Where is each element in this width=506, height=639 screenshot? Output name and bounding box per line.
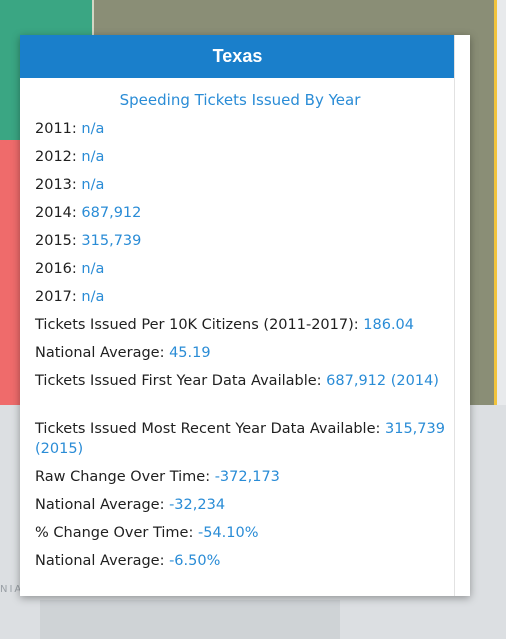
stat-value: n/a [81,261,105,277]
stat-label: 2011: [35,121,77,137]
stat-row-recent-year: Tickets Issued Most Recent Year Data Ava… [35,419,445,467]
stat-label: Tickets Issued Per 10K Citizens (2011-20… [35,317,359,333]
popup-body: Speeding Tickets Issued By Year 2011: n/… [35,92,445,579]
stat-value: 687,912 [81,205,142,221]
stat-value: 687,912 (2014) [326,373,439,389]
stat-row-national-average: National Average: 45.19 [35,343,445,371]
stat-label: Tickets Issued Most Recent Year Data Ava… [35,421,381,437]
stat-row-2017: 2017: n/a [35,287,445,315]
stat-row-national-average-percent: National Average: -6.50% [35,551,445,579]
stat-label: Tickets Issued First Year Data Available… [35,373,322,389]
stat-value: n/a [81,177,105,193]
stat-label: National Average: [35,497,165,513]
stat-label: National Average: [35,553,165,569]
stat-value: 45.19 [169,345,211,361]
stat-label: % Change Over Time: [35,525,194,541]
popup-scrollbar[interactable] [454,35,470,596]
stat-value: n/a [81,289,105,305]
stat-row-2012: 2012: n/a [35,147,445,175]
state-popup: Texas Speeding Tickets Issued By Year 20… [20,35,470,596]
stat-value: 315,739 [81,233,142,249]
stat-value: -372,173 [214,469,280,485]
stat-label: National Average: [35,345,165,361]
stat-row-2013: 2013: n/a [35,175,445,203]
stat-label: 2012: [35,149,77,165]
popup-subtitle: Speeding Tickets Issued By Year [119,91,361,109]
map-region-lower-band [40,600,340,639]
stat-label: 2013: [35,177,77,193]
stat-label: 2014: [35,205,77,221]
stat-value: -6.50% [169,553,221,569]
stat-row-national-average-raw: National Average: -32,234 [35,495,445,523]
stat-label: 2015: [35,233,77,249]
stat-row-first-year: Tickets Issued First Year Data Available… [35,371,445,419]
stat-row-2016: 2016: n/a [35,259,445,287]
stat-label: 2017: [35,289,77,305]
stat-row-2014: 2014: 687,912 [35,203,445,231]
stat-row-2011: 2011: n/a [35,119,445,147]
stat-label: 2016: [35,261,77,277]
stat-value: n/a [81,149,105,165]
stat-row-2015: 2015: 315,739 [35,231,445,259]
stat-row-percent-change: % Change Over Time: -54.10% [35,523,445,551]
stat-value: 186.04 [363,317,415,333]
stat-row-per-10k: Tickets Issued Per 10K Citizens (2011-20… [35,315,445,343]
stat-value: n/a [81,121,105,137]
stat-row-raw-change: Raw Change Over Time: -372,173 [35,467,445,495]
stat-value: -54.10% [197,525,259,541]
stat-label: Raw Change Over Time: [35,469,211,485]
map-region-border [92,0,94,40]
stat-value: -32,234 [169,497,226,513]
popup-title: Texas [20,35,455,78]
